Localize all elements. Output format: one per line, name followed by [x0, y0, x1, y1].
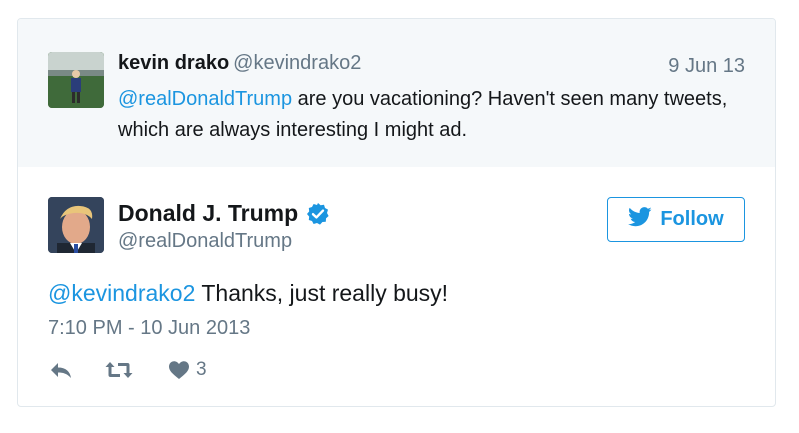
- follow-label: Follow: [660, 208, 724, 230]
- verified-badge-icon: [306, 202, 330, 226]
- embedded-tweet-card: kevin drako @kevindrako2 9 Jun 13 @realDo…: [17, 18, 776, 407]
- follow-button[interactable]: Follow: [607, 197, 745, 242]
- like-count: 3: [196, 359, 207, 380]
- main-mention-link[interactable]: @kevindrako2: [48, 280, 195, 306]
- donald-trump-avatar[interactable]: [48, 197, 104, 253]
- main-author-name-row[interactable]: Donald J. Trump: [118, 200, 330, 227]
- parent-tweet-text: @realDonaldTrump are you vacationing? Ha…: [118, 84, 738, 146]
- main-tweet-body: Thanks, just really busy!: [195, 280, 449, 306]
- kevin-drako-avatar[interactable]: [48, 52, 104, 108]
- tweet-actions: 3: [48, 357, 207, 383]
- retweet-icon[interactable]: [104, 360, 134, 380]
- reply-icon[interactable]: [48, 360, 74, 380]
- twitter-bird-icon: [628, 206, 652, 233]
- main-tweet: Donald J. Trump @realDonaldTrump Follow …: [18, 167, 775, 406]
- main-author-name[interactable]: Donald J. Trump: [118, 200, 298, 227]
- like-button[interactable]: 3: [168, 359, 207, 381]
- parent-author[interactable]: kevin drako @kevindrako2: [118, 52, 361, 75]
- parent-author-handle[interactable]: @kevindrako2: [233, 52, 361, 74]
- parent-author-name[interactable]: kevin drako: [118, 52, 229, 74]
- parent-tweet-date[interactable]: 9 Jun 13: [668, 55, 745, 78]
- main-tweet-timestamp[interactable]: 7:10 PM - 10 Jun 2013: [48, 317, 250, 340]
- parent-tweet[interactable]: kevin drako @kevindrako2 9 Jun 13 @realDo…: [18, 19, 775, 167]
- heart-icon: [168, 360, 190, 380]
- main-author-handle[interactable]: @realDonaldTrump: [118, 230, 292, 253]
- main-tweet-text: @kevindrako2 Thanks, just really busy!: [48, 280, 448, 307]
- parent-mention-link[interactable]: @realDonaldTrump: [118, 88, 292, 110]
